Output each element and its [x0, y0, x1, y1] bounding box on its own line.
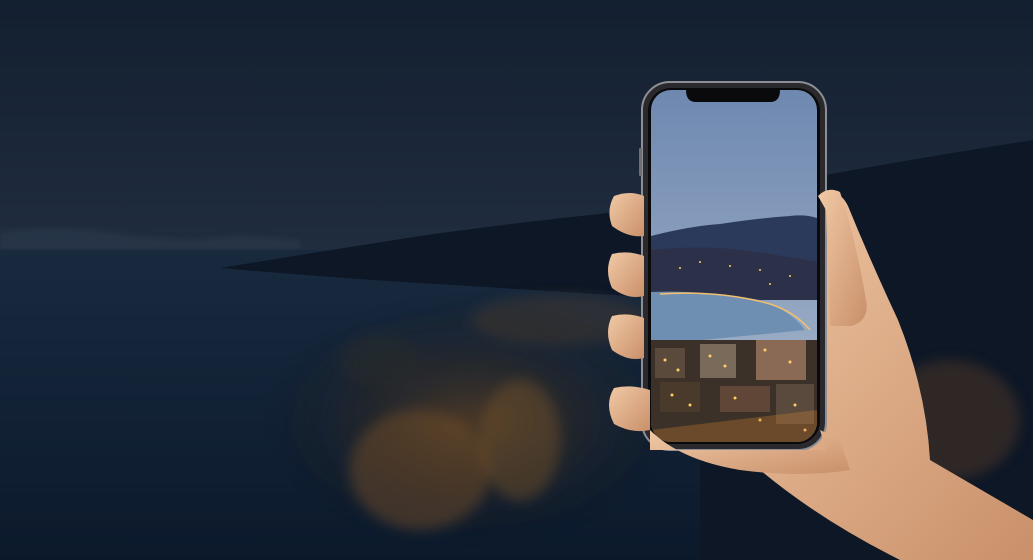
- phone-screen: [651, 90, 817, 442]
- phone-notch: [686, 90, 780, 102]
- hand-with-phone: [608, 81, 1033, 560]
- phone-side-button: [639, 148, 642, 176]
- photo-scene: [0, 0, 1033, 560]
